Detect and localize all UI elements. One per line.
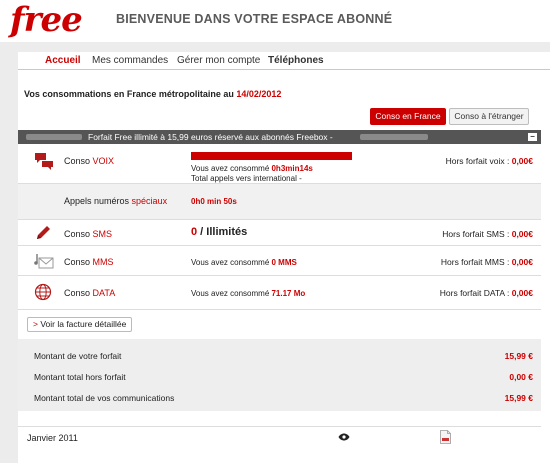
nav-gerer-compte[interactable]: Gérer mon compte	[177, 55, 260, 66]
nav-accueil[interactable]: Accueil	[45, 55, 81, 66]
mms-hors-forfait: Hors forfait MMS : 0,00€	[440, 257, 533, 267]
conso-france-button[interactable]: Conso en France	[370, 108, 446, 125]
voix-consumed: Vous avez consommé 0h3min14s	[191, 164, 313, 173]
voix-usage-bar	[191, 152, 352, 160]
history-month: Janvier 2011	[27, 433, 78, 443]
total-communications-label: Montant total de vos communications	[34, 393, 175, 403]
total-forfait-value: 15,99 €	[504, 351, 533, 361]
forfait-header-bar: Forfait Free illimité à 15,99 euros rése…	[18, 130, 541, 144]
mms-row: Conso MMS Vous avez consommé 0 MMS Hors …	[18, 246, 541, 276]
voix-row: Conso VOIX Vous avez consommé 0h3min14s …	[18, 146, 541, 184]
sms-count: 0 / Illimités	[191, 226, 248, 238]
header: free BIENVENUE DANS VOTRE ESPACE ABONNÉ	[0, 0, 550, 42]
total-forfait-label: Montant de votre forfait	[34, 351, 122, 361]
data-consumed: Vous avez consommé 71.17 Mo	[191, 289, 306, 298]
consumption-title: Vos consommations en France métropolitai…	[24, 89, 282, 99]
pdf-document-icon[interactable]	[440, 430, 451, 444]
globe-icon	[34, 283, 52, 301]
forfait-title: Forfait Free illimité à 15,99 euros rése…	[88, 132, 333, 142]
voix-international: Total appels vers international -	[191, 174, 302, 183]
data-hors-forfait: Hors forfait DATA : 0,00€	[439, 288, 533, 298]
main-nav: Accueil Mes commandes Gérer mon compte T…	[18, 52, 550, 70]
speciaux-row: Appels numéros spéciaux 0h0 min 50s	[18, 184, 541, 220]
mms-consumed: Vous avez consommé 0 MMS	[191, 258, 297, 267]
total-forfait-row: Montant de votre forfait 15,99 €	[34, 351, 533, 361]
data-label: Conso DATA	[64, 288, 116, 298]
total-hors-forfait-row: Montant total hors forfait 0,00 €	[34, 372, 533, 382]
redacted-info	[26, 134, 82, 140]
music-envelope-icon	[34, 254, 54, 269]
sms-label: Conso SMS	[64, 229, 113, 239]
voix-label: Conso VOIX	[64, 156, 115, 166]
total-communications-value: 15,99 €	[504, 393, 533, 403]
speciaux-label: Appels numéros spéciaux	[64, 196, 168, 206]
totals-section: Montant de votre forfait 15,99 € Montant…	[18, 339, 541, 411]
nav-telephones[interactable]: Téléphones	[268, 55, 324, 66]
welcome-tagline: BIENVENUE DANS VOTRE ESPACE ABONNÉ	[116, 12, 393, 26]
eye-icon[interactable]	[338, 433, 350, 441]
consumption-panel: Vos consommations en France métropolitai…	[18, 70, 550, 463]
total-hors-forfait-label: Montant total hors forfait	[34, 372, 126, 382]
total-hors-forfait-value: 0,00 €	[509, 372, 533, 382]
consumption-date: 14/02/2012	[236, 89, 282, 99]
nav-mes-commandes[interactable]: Mes commandes	[92, 55, 168, 66]
mms-label: Conso MMS	[64, 257, 114, 267]
speech-bubbles-icon	[35, 153, 53, 170]
history-row: Janvier 2011	[18, 426, 541, 448]
voir-facture-button[interactable]: > Voir la facture détaillée	[27, 317, 133, 332]
free-logo[interactable]: free	[10, 0, 83, 40]
collapse-button[interactable]: −	[528, 133, 537, 141]
sms-hors-forfait: Hors forfait SMS : 0,00€	[442, 229, 533, 239]
speciaux-value: 0h0 min 50s	[191, 197, 237, 206]
conso-etranger-button[interactable]: Conso à l'étranger	[449, 108, 529, 125]
pencil-icon	[37, 226, 50, 239]
data-row: Conso DATA Vous avez consommé 71.17 Mo H…	[18, 276, 541, 310]
voix-hors-forfait: Hors forfait voix : 0,00€	[445, 156, 533, 166]
total-communications-row: Montant total de vos communications 15,9…	[34, 393, 533, 403]
sms-row: Conso SMS 0 / Illimités Hors forfait SMS…	[18, 220, 541, 246]
redacted-info	[360, 134, 428, 140]
